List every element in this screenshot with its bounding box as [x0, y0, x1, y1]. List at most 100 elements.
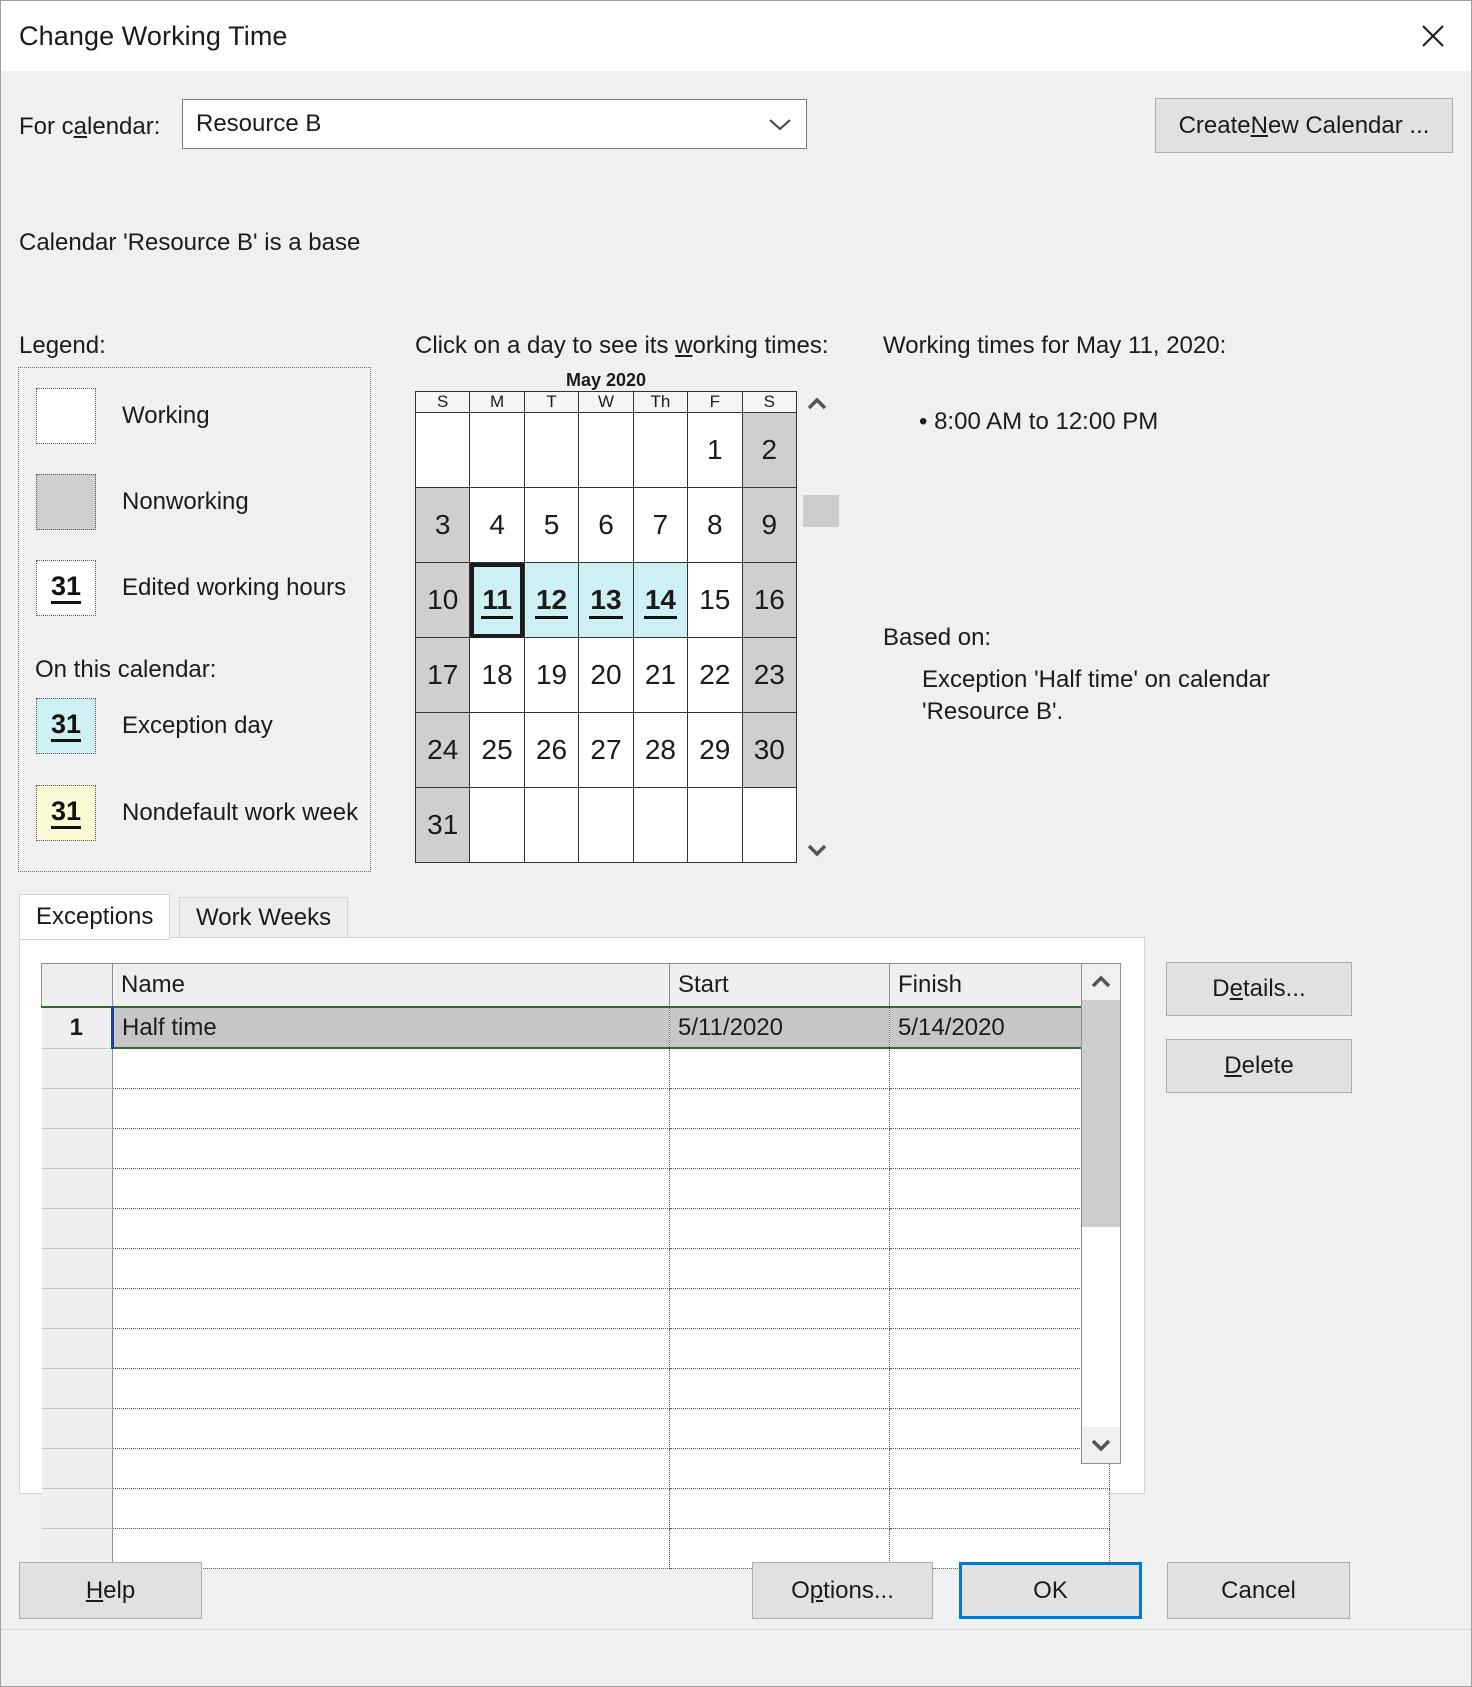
cell-empty[interactable] — [112, 1208, 670, 1249]
calendar-day-19[interactable]: 19 — [523, 637, 580, 713]
calendar-day-2[interactable]: 2 — [741, 412, 798, 488]
create-new-calendar-button[interactable]: Create New Calendar ... — [1155, 98, 1453, 153]
table-row-empty[interactable] — [41, 1328, 1110, 1369]
cell-empty[interactable] — [889, 1448, 1110, 1489]
calendar-day-20[interactable]: 20 — [578, 637, 634, 713]
calendar-day-24[interactable]: 24 — [414, 712, 471, 788]
cell-empty[interactable] — [669, 1168, 890, 1209]
cell-empty[interactable] — [669, 1248, 890, 1289]
table-row-empty[interactable] — [41, 1408, 1110, 1449]
calendar-day-10[interactable]: 10 — [414, 562, 471, 638]
calendar-day-17[interactable]: 17 — [414, 637, 471, 713]
cell-empty[interactable] — [889, 1128, 1110, 1169]
cell-name[interactable]: Half time — [111, 1006, 670, 1049]
cell-start[interactable]: 5/11/2020 — [669, 1006, 890, 1049]
cell-empty[interactable] — [889, 1168, 1110, 1209]
calendar-day-29[interactable]: 29 — [687, 712, 743, 788]
cell-empty[interactable] — [112, 1488, 670, 1529]
table-row-empty[interactable] — [41, 1208, 1110, 1249]
calendar-day-13[interactable]: 13 — [578, 562, 634, 638]
calendar-day-14[interactable]: 14 — [632, 562, 689, 638]
cell-empty[interactable] — [889, 1488, 1110, 1529]
calendar-day-16[interactable]: 16 — [741, 562, 798, 638]
cell-empty[interactable] — [889, 1088, 1110, 1129]
details-button[interactable]: De tails... — [1166, 962, 1352, 1016]
cell-empty[interactable] — [669, 1368, 890, 1409]
cell-empty[interactable] — [112, 1328, 670, 1369]
calendar-day-26[interactable]: 26 — [523, 712, 580, 788]
calendar-day-7[interactable]: 7 — [632, 487, 689, 563]
calendar-day-22[interactable]: 22 — [687, 637, 743, 713]
cell-empty[interactable] — [889, 1328, 1110, 1369]
calendar-scrollbar-thumb[interactable] — [803, 495, 839, 527]
close-icon[interactable] — [1395, 1, 1471, 71]
help-button[interactable]: Help — [19, 1562, 202, 1619]
cell-empty[interactable] — [112, 1368, 670, 1409]
cell-empty[interactable] — [669, 1408, 890, 1449]
chevron-down-icon[interactable] — [1082, 1427, 1120, 1463]
table-row-empty[interactable] — [41, 1128, 1110, 1169]
calendar-day-27[interactable]: 27 — [578, 712, 634, 788]
calendar-day-12[interactable]: 12 — [523, 562, 580, 638]
calendar-grid[interactable]: S M T W Th F S 1 2 3 4 5 6 7 8 9 10 11 12 13 14 15 16 17 18 19 20… — [414, 391, 798, 863]
calendar-day-1[interactable]: 1 — [687, 412, 743, 488]
cell-empty[interactable] — [112, 1168, 670, 1209]
calendar-day-3[interactable]: 3 — [414, 487, 471, 563]
table-row-empty[interactable] — [41, 1248, 1110, 1289]
table-row-empty[interactable] — [41, 1488, 1110, 1529]
cell-empty[interactable] — [41, 1208, 113, 1249]
exceptions-table-scrollbar[interactable] — [1081, 963, 1121, 1464]
cell-empty[interactable] — [41, 1248, 113, 1289]
cell-empty[interactable] — [41, 1408, 113, 1449]
table-row-empty[interactable] — [41, 1448, 1110, 1489]
exceptions-table-scrollbar-thumb[interactable] — [1082, 1000, 1120, 1227]
exceptions-table[interactable]: Name Start Finish 1 Half time 5/11/2020 5/1… — [41, 963, 1110, 1569]
cell-empty[interactable] — [41, 1288, 113, 1329]
calendar-day-4[interactable]: 4 — [469, 487, 525, 563]
calendar-day-6[interactable]: 6 — [578, 487, 634, 563]
cell-empty[interactable] — [669, 1208, 890, 1249]
cell-empty[interactable] — [669, 1088, 890, 1129]
tab-exceptions[interactable]: Exceptions — [19, 894, 171, 940]
calendar-day-25[interactable]: 25 — [469, 712, 525, 788]
calendar-day-28[interactable]: 28 — [632, 712, 689, 788]
cell-empty[interactable] — [112, 1448, 670, 1489]
cell-empty[interactable] — [669, 1448, 890, 1489]
cell-empty[interactable] — [889, 1288, 1110, 1329]
chevron-up-icon[interactable] — [1082, 964, 1120, 1000]
cell-empty[interactable] — [669, 1288, 890, 1329]
calendar-day-5[interactable]: 5 — [523, 487, 580, 563]
tab-work-weeks[interactable]: Work Weeks — [179, 897, 349, 938]
cell-empty[interactable] — [889, 1408, 1110, 1449]
cell-empty[interactable] — [41, 1368, 113, 1409]
cell-empty[interactable] — [112, 1128, 670, 1169]
cell-empty[interactable] — [112, 1288, 670, 1329]
table-row-empty[interactable] — [41, 1288, 1110, 1329]
cell-empty[interactable] — [889, 1048, 1110, 1089]
calendar-day-23[interactable]: 23 — [741, 637, 798, 713]
calendar-day-30[interactable]: 30 — [741, 712, 798, 788]
cell-empty[interactable] — [112, 1088, 670, 1129]
table-row-empty[interactable] — [41, 1088, 1110, 1129]
table-row-empty[interactable] — [41, 1368, 1110, 1409]
cell-empty[interactable] — [669, 1048, 890, 1089]
cell-empty[interactable] — [41, 1088, 113, 1129]
table-row[interactable]: 1 Half time 5/11/2020 5/14/2020 — [41, 1006, 1110, 1049]
cell-empty[interactable] — [112, 1408, 670, 1449]
cell-finish[interactable]: 5/14/2020 — [889, 1006, 1110, 1049]
delete-button[interactable]: Delete — [1166, 1039, 1352, 1093]
cell-empty[interactable] — [41, 1048, 113, 1089]
cell-empty[interactable] — [41, 1168, 113, 1209]
calendar-day-8[interactable]: 8 — [687, 487, 743, 563]
options-button[interactable]: Op tions... — [752, 1562, 933, 1619]
cell-empty[interactable] — [41, 1448, 113, 1489]
cell-empty[interactable] — [669, 1488, 890, 1529]
cell-empty[interactable] — [669, 1128, 890, 1169]
row-index[interactable]: 1 — [41, 1006, 113, 1049]
calendar-day-15[interactable]: 15 — [687, 562, 743, 638]
cell-empty[interactable] — [889, 1208, 1110, 1249]
ok-button[interactable]: OK — [959, 1562, 1142, 1619]
cell-empty[interactable] — [41, 1128, 113, 1169]
cell-empty[interactable] — [889, 1368, 1110, 1409]
cell-empty[interactable] — [669, 1328, 890, 1369]
